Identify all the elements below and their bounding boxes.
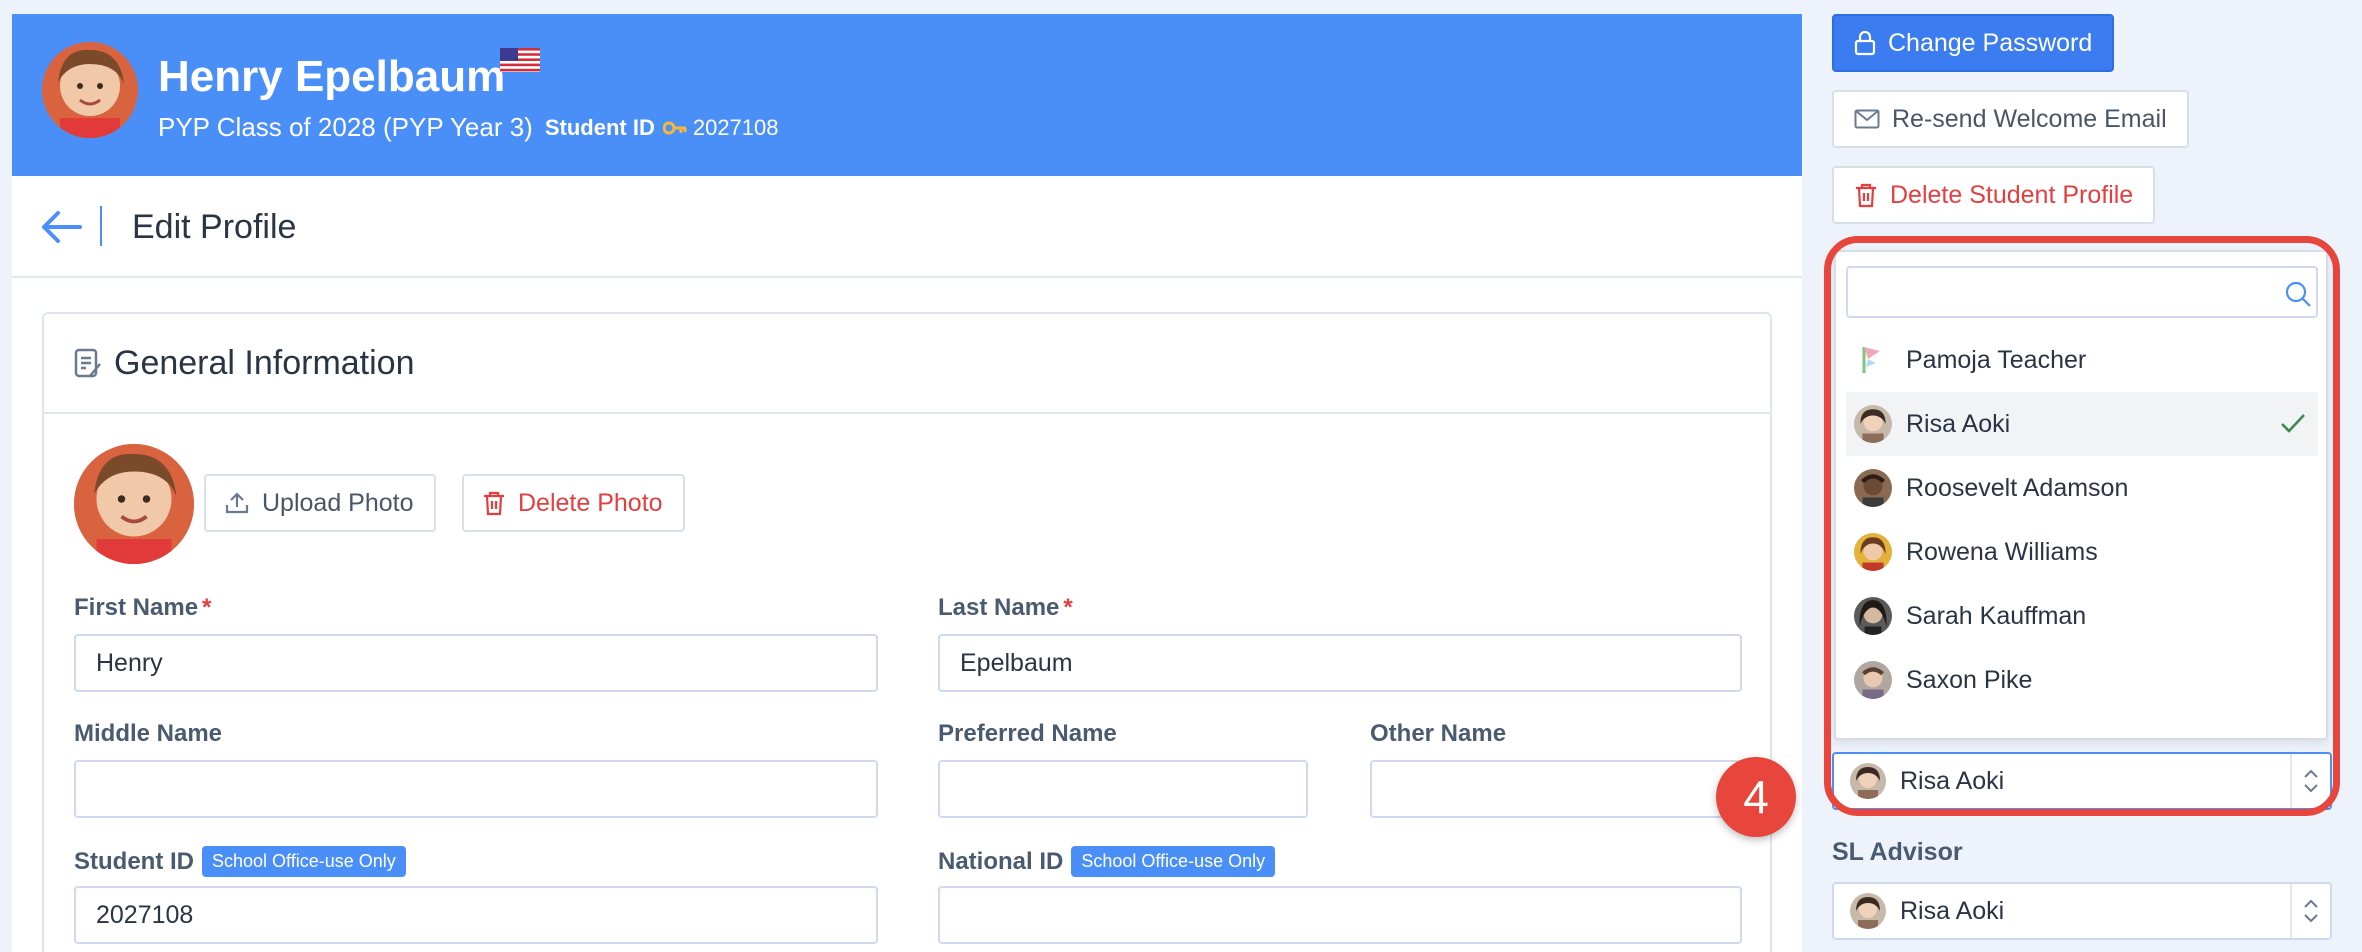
last-name-label-text: Last Name — [938, 594, 1060, 621]
upload-photo-label: Upload Photo — [262, 488, 414, 517]
change-password-button[interactable]: Change Password — [1832, 14, 2115, 72]
student-name: Henry Epelbaum — [158, 52, 506, 101]
student-id-value: 2027108 — [692, 114, 779, 140]
page-title: Edit Profile — [132, 208, 297, 246]
upload-icon — [224, 490, 250, 516]
office-use-badge: School Office-use Only — [1071, 846, 1276, 877]
last-name-input[interactable]: Epelbaum — [938, 634, 1742, 692]
other-name-label: Other Name — [1370, 720, 1507, 747]
preferred-name-input[interactable] — [938, 760, 1308, 818]
upload-photo-button[interactable]: Upload Photo — [204, 474, 436, 532]
required-mark: * — [1063, 594, 1073, 621]
office-use-badge: School Office-use Only — [202, 846, 406, 877]
profile-photo — [74, 444, 194, 564]
student-class: PYP Class of 2028 (PYP Year 3) — [158, 112, 533, 142]
sl-advisor-label: SL Advisor — [1832, 838, 1963, 866]
required-mark: * — [202, 594, 212, 621]
chevron-updown-icon — [2290, 884, 2330, 938]
sl-advisor-selected-value: Risa Aoki — [1900, 896, 2005, 925]
general-information-card: General Information Upload Photo Delete … — [42, 312, 1772, 952]
student-header: Henry Epelbaum PYP Class of 2028 (PYP Ye… — [12, 14, 1802, 176]
highlight-outline — [1824, 236, 2340, 816]
delete-student-profile-button[interactable]: Delete Student Profile — [1832, 166, 2156, 224]
middle-name-label: Middle Name — [74, 720, 223, 747]
preferred-name-label: Preferred Name — [938, 720, 1117, 747]
student-subheader: PYP Class of 2028 (PYP Year 3) Student I… — [158, 112, 779, 143]
delete-photo-label: Delete Photo — [518, 488, 663, 517]
delete-student-profile-label: Delete Student Profile — [1890, 180, 2134, 209]
edit-profile-bar: Edit Profile — [12, 176, 1802, 278]
envelope-icon — [1854, 109, 1880, 129]
delete-photo-button[interactable]: Delete Photo — [462, 474, 685, 532]
national-id-input[interactable] — [938, 886, 1742, 944]
first-name-input[interactable]: Henry — [74, 634, 878, 692]
first-name-label-text: First Name — [74, 594, 199, 621]
other-name-input[interactable] — [1370, 760, 1742, 818]
student-id-label: Student ID — [544, 114, 655, 140]
sl-advisor-select[interactable]: Risa Aoki — [1832, 882, 2332, 940]
student-avatar — [42, 42, 138, 138]
student-id-label-text: Student ID — [74, 847, 194, 875]
card-header: General Information — [44, 314, 1770, 414]
document-edit-icon — [74, 348, 102, 385]
national-id-label-text: National ID — [938, 847, 1064, 875]
key-icon — [662, 121, 687, 135]
last-name-label: Last Name * — [938, 594, 1073, 622]
divider — [100, 206, 102, 246]
trash-icon — [1854, 182, 1878, 208]
student-id-input[interactable]: 2027108 — [74, 886, 878, 944]
resend-welcome-email-button[interactable]: Re-send Welcome Email — [1832, 90, 2189, 148]
avatar — [1850, 893, 1886, 929]
us-flag-icon — [500, 48, 540, 72]
main-panel: Henry Epelbaum PYP Class of 2028 (PYP Ye… — [12, 14, 1802, 952]
step-number-badge: 4 — [1716, 757, 1796, 837]
national-id-field-label: National ID School Office-use Only — [938, 846, 1276, 877]
middle-name-input[interactable] — [74, 760, 878, 818]
first-name-label: First Name * — [74, 594, 211, 622]
card-title: General Information — [114, 344, 415, 382]
change-password-label: Change Password — [1888, 28, 2093, 57]
lock-icon — [1854, 30, 1876, 56]
student-id-field-label: Student ID School Office-use Only — [74, 846, 406, 877]
trash-icon — [482, 490, 506, 516]
resend-welcome-email-label: Re-send Welcome Email — [1892, 104, 2167, 133]
back-arrow-icon[interactable] — [40, 210, 82, 249]
